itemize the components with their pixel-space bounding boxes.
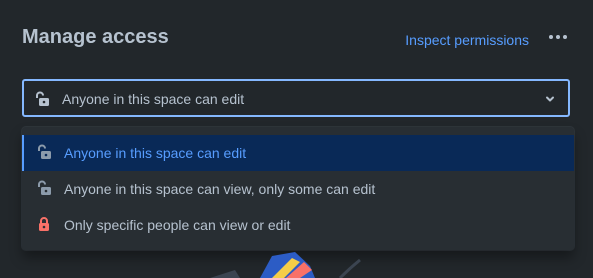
option-label: Only specific people can view or edit: [64, 217, 291, 233]
background-illustration: [210, 252, 361, 278]
option-anyone-can-edit[interactable]: Anyone in this space can edit: [22, 135, 574, 171]
access-level-menu: Anyone in this space can edit Anyone in …: [22, 127, 574, 250]
chevron-down-icon: [546, 96, 554, 102]
inspect-permissions-link[interactable]: Inspect permissions: [405, 32, 529, 48]
unlocked-icon: [38, 144, 51, 159]
unlocked-icon: [36, 91, 49, 106]
option-label: Anyone in this space can view, only some…: [64, 181, 376, 197]
header: Manage access Inspect permissions: [22, 24, 571, 54]
option-anyone-can-view-some-edit[interactable]: Anyone in this space can view, only some…: [22, 171, 574, 207]
more-options-button[interactable]: [545, 26, 571, 48]
option-label: Anyone in this space can edit: [64, 145, 247, 161]
select-value: Anyone in this space can edit: [62, 91, 245, 107]
unlocked-icon: [38, 180, 51, 195]
page-title: Manage access: [22, 26, 169, 48]
access-level-select[interactable]: Anyone in this space can edit: [22, 79, 570, 117]
more-horizontal-icon: [549, 35, 553, 39]
option-only-specific-people[interactable]: Only specific people can view or edit: [22, 207, 574, 243]
more-horizontal-icon-dot: [563, 35, 567, 39]
more-horizontal-icon-dot: [556, 35, 560, 39]
locked-icon: [39, 217, 49, 231]
